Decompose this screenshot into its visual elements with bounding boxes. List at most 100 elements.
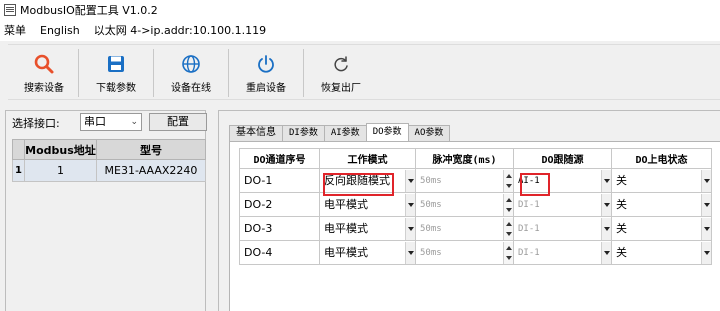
port-select-value: 串口 [84, 115, 106, 128]
tab-ai-params[interactable]: AI参数 [323, 125, 367, 141]
table-row: DO-2 电平模式 50ms DI-1 关 [239, 192, 712, 217]
mode-cell[interactable]: 电平模式 [319, 216, 416, 241]
source-cell[interactable]: DI-1 [513, 240, 612, 265]
power-on-cell[interactable]: 关 [611, 168, 712, 193]
tab-basic-info[interactable]: 基本信息 [229, 125, 283, 141]
tab-do-params[interactable]: DO参数 [365, 123, 409, 141]
dropdown-arrow-icon[interactable] [601, 241, 611, 264]
dropdown-arrow-icon[interactable] [601, 217, 611, 240]
table-row: DO-4 电平模式 50ms DI-1 关 [239, 240, 712, 265]
table-row[interactable]: 1 1 ME31-AAAX2240 [12, 159, 206, 182]
power-on-value: 关 [616, 197, 627, 211]
mode-value: 电平模式 [324, 221, 368, 235]
chevron-down-icon: ⌄ [130, 117, 138, 127]
dropdown-arrow-icon[interactable] [701, 193, 711, 216]
factory-reset-button[interactable]: 恢复出厂 [313, 47, 369, 99]
power-on-value: 关 [616, 221, 627, 235]
dropdown-arrow-icon[interactable] [601, 193, 611, 216]
search-device-button[interactable]: 搜索设备 [16, 47, 72, 99]
restart-device-button[interactable]: 重启设备 [238, 47, 294, 99]
column-header-channel: DO通道序号 [239, 148, 320, 169]
power-on-cell[interactable]: 关 [611, 192, 712, 217]
network-interface-label: 以太网 4->ip.addr:10.100.1.119 [93, 24, 267, 37]
menu-item-menu[interactable]: 菜单 [4, 22, 26, 38]
mode-highlight-box [323, 173, 394, 196]
toolbar-divider [303, 49, 304, 97]
spinner-arrows-icon[interactable] [503, 217, 513, 240]
menu-item-english[interactable]: English [40, 24, 80, 37]
source-cell[interactable]: DI-1 [513, 192, 612, 217]
factory-reset-label: 恢复出厂 [321, 83, 361, 94]
device-online-label: 设备在线 [171, 83, 211, 94]
source-value: DI-1 [518, 247, 540, 258]
restart-device-label: 重启设备 [246, 83, 286, 94]
tab-di-params[interactable]: DI参数 [282, 125, 325, 141]
dropdown-arrow-icon[interactable] [701, 169, 711, 192]
title-bar: ModbusIO配置工具 V1.0.2 [0, 0, 720, 19]
pulse-cell[interactable]: 50ms [415, 240, 514, 265]
column-header-power-on: DO上电状态 [611, 148, 712, 169]
column-header-source: DO跟随源 [513, 148, 612, 169]
channel-cell: DO-3 [239, 216, 320, 241]
dropdown-arrow-icon[interactable] [405, 217, 415, 240]
power-on-value: 关 [616, 173, 627, 187]
source-cell[interactable]: DI-1 [513, 216, 612, 241]
window-title: ModbusIO配置工具 V1.0.2 [20, 3, 158, 17]
dropdown-arrow-icon[interactable] [405, 193, 415, 216]
port-label: 选择接口: [12, 117, 60, 130]
pulse-value: 50ms [420, 199, 442, 210]
channel-cell: DO-4 [239, 240, 320, 265]
mode-value: 电平模式 [324, 245, 368, 259]
menu-bar: 菜单 English 以太网 4->ip.addr:10.100.1.119 [0, 19, 720, 41]
table-row: DO-1 反向跟随模式 50ms AI-1 关 [239, 168, 712, 193]
source-value: DI-1 [518, 199, 540, 210]
mode-cell[interactable]: 电平模式 [319, 192, 416, 217]
device-model-cell: ME31-AAAX2240 [96, 159, 206, 182]
do-params-tab-body: DO通道序号 工作模式 脉冲宽度(ms) DO跟随源 DO上电状态 DO-1 反… [229, 141, 720, 311]
tab-ao-params[interactable]: AO参数 [407, 125, 451, 141]
pulse-cell[interactable]: 50ms [415, 216, 514, 241]
port-select[interactable]: 串口 ⌄ [80, 113, 142, 131]
power-on-cell[interactable]: 关 [611, 240, 712, 265]
device-list-panel: 选择接口: 串口 ⌄ 配置 Modbus地址 型号 1 1 ME31-AAAX2… [5, 110, 207, 311]
channel-cell: DO-1 [239, 168, 320, 193]
search-device-label: 搜索设备 [24, 83, 64, 94]
spinner-arrows-icon[interactable] [503, 241, 513, 264]
device-table: Modbus地址 型号 1 1 ME31-AAAX2240 [12, 139, 206, 182]
dropdown-arrow-icon[interactable] [601, 169, 611, 192]
column-header-model: 型号 [96, 139, 206, 160]
toolbar-divider [228, 49, 229, 97]
mode-cell[interactable]: 电平模式 [319, 240, 416, 265]
dropdown-arrow-icon[interactable] [701, 241, 711, 264]
toolbar-divider [78, 49, 79, 97]
power-on-value: 关 [616, 245, 627, 259]
column-header-mode: 工作模式 [319, 148, 416, 169]
download-params-button[interactable]: 下载参数 [88, 47, 144, 99]
dropdown-arrow-icon[interactable] [405, 241, 415, 264]
dropdown-arrow-icon[interactable] [701, 217, 711, 240]
power-icon [256, 52, 276, 76]
source-value: DI-1 [518, 223, 540, 234]
pulse-value: 50ms [420, 175, 442, 186]
params-panel: 基本信息 DI参数 AI参数 DO参数 AO参数 DO通道序号 工作模式 脉冲宽… [218, 110, 720, 311]
toolbar: 搜索设备 下载参数 设备在线 重启设备 恢复出厂 [8, 44, 720, 100]
power-on-cell[interactable]: 关 [611, 216, 712, 241]
config-button[interactable]: 配置 [149, 113, 207, 131]
device-address-cell: 1 [24, 159, 97, 182]
search-icon [33, 52, 55, 76]
spinner-arrows-icon[interactable] [503, 193, 513, 216]
device-online-button[interactable]: 设备在线 [163, 47, 219, 99]
refresh-icon [332, 52, 350, 76]
table-row: DO-3 电平模式 50ms DI-1 关 [239, 216, 712, 241]
column-header-pulse: 脉冲宽度(ms) [415, 148, 514, 169]
row-index: 1 [12, 159, 25, 182]
save-icon [107, 52, 125, 76]
pulse-cell[interactable]: 50ms [415, 192, 514, 217]
device-table-header: Modbus地址 型号 [12, 139, 206, 160]
dropdown-arrow-icon[interactable] [405, 169, 415, 192]
channel-cell: DO-2 [239, 192, 320, 217]
spinner-arrows-icon[interactable] [503, 169, 513, 192]
pulse-cell[interactable]: 50ms [415, 168, 514, 193]
column-header-address: Modbus地址 [24, 139, 97, 160]
source-highlight-box [520, 173, 550, 196]
